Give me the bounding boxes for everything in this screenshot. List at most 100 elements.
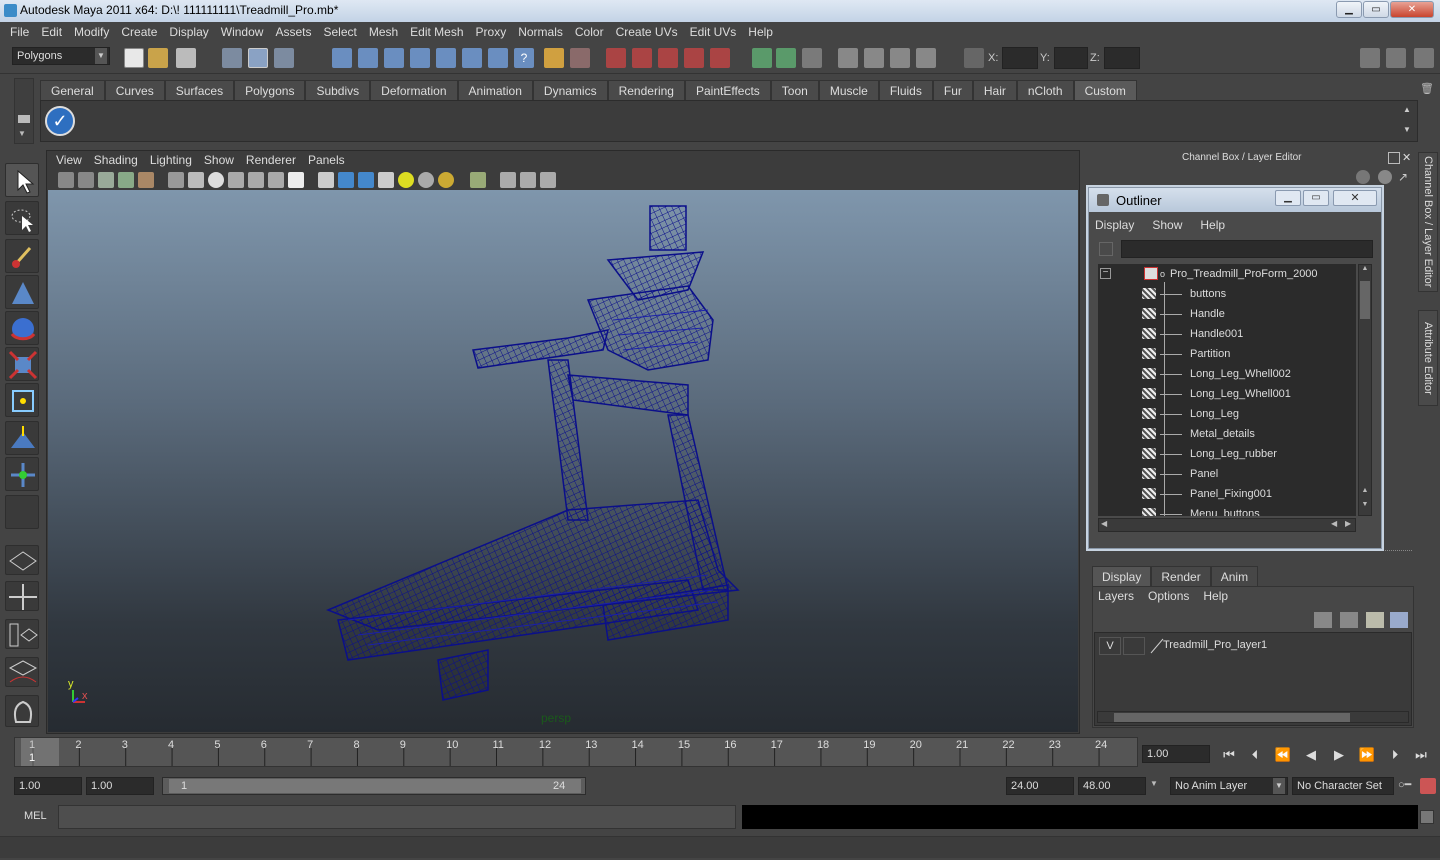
close-button[interactable]: ✕ — [1390, 1, 1434, 18]
outliner-vertical-scrollbar[interactable]: ▲ ▲ ▼ — [1358, 264, 1372, 516]
input-mode-icon[interactable] — [964, 48, 984, 68]
snap-to-curve-icon[interactable] — [632, 48, 652, 68]
new-empty-layer-icon[interactable] — [1366, 612, 1384, 628]
help-misc-icon[interactable]: ? — [514, 48, 534, 68]
viewport-menu-show[interactable]: Show — [198, 150, 240, 170]
persp-graph-layout-icon[interactable] — [5, 657, 39, 687]
select-component-icon[interactable] — [274, 48, 294, 68]
shelf-tab-surfaces[interactable]: Surfaces — [164, 80, 235, 100]
go-to-start-icon[interactable]: ⏮ — [1218, 746, 1240, 764]
new-scene-icon[interactable] — [124, 48, 144, 68]
shelf-tab-toon[interactable]: Toon — [770, 80, 819, 100]
menu-normals[interactable]: Normals — [512, 22, 569, 42]
mel-label[interactable]: MEL — [24, 810, 47, 822]
scale-tool-icon[interactable] — [5, 347, 39, 381]
shelf-tab-muscle[interactable]: Muscle — [818, 80, 879, 100]
isolate-select-icon[interactable] — [470, 172, 486, 188]
script-editor-icon[interactable] — [1420, 810, 1434, 824]
layer-menu-help[interactable]: Help — [1203, 589, 1228, 603]
key-mode-icon[interactable] — [1356, 170, 1370, 184]
minimize-button[interactable]: ▁ — [1336, 1, 1362, 18]
select-camera-icon[interactable] — [58, 172, 74, 188]
outliner-item[interactable]: buttons — [1098, 284, 1356, 304]
four-view-layout-icon[interactable] — [5, 581, 39, 611]
outliner-list[interactable]: − o Pro_Treadmill_ProForm_2000 buttons H… — [1098, 264, 1356, 516]
save-scene-icon[interactable] — [176, 48, 196, 68]
menu-window[interactable]: Window — [215, 22, 270, 42]
wireframe-on-shaded-icon[interactable] — [228, 172, 244, 188]
last-tool-slot-icon[interactable] — [5, 495, 39, 529]
tool-settings-toggle-icon[interactable] — [1386, 48, 1406, 68]
step-back-key-icon[interactable]: ⏪ — [1272, 746, 1294, 764]
outliner-horizontal-scrollbar[interactable]: ◀ ◀ ▶ — [1098, 518, 1356, 532]
menu-create-uvs[interactable]: Create UVs — [610, 22, 684, 42]
bookmarks-icon[interactable] — [98, 172, 114, 188]
outliner-item[interactable]: Long_Leg — [1098, 404, 1356, 424]
z-field[interactable] — [1104, 47, 1140, 69]
current-time-marker[interactable] — [21, 738, 59, 766]
layer-tab-render[interactable]: Render — [1151, 566, 1211, 586]
show-manipulator-tool-icon[interactable] — [5, 457, 39, 491]
playback-start-field[interactable]: 1.00 — [86, 777, 154, 795]
rotate-tool-icon[interactable] — [5, 311, 39, 345]
shelf-tab-fur[interactable]: Fur — [932, 80, 973, 100]
manipulator-tool-icon[interactable] — [5, 383, 39, 417]
xray-icon[interactable] — [248, 172, 264, 188]
menu-file[interactable]: File — [4, 22, 35, 42]
maximize-button[interactable]: ▭ — [1363, 1, 1389, 18]
layer-tab-anim[interactable]: Anim — [1210, 566, 1259, 586]
menu-select[interactable]: Select — [317, 22, 362, 42]
outliner-filter-icon[interactable] — [1099, 242, 1113, 256]
close-panel-icon[interactable]: ✕ — [1402, 151, 1414, 164]
shelf-tab-general[interactable]: General — [40, 80, 105, 100]
float-panel-icon[interactable] — [1388, 152, 1400, 164]
channel-box-toggle-icon[interactable] — [1414, 48, 1434, 68]
light-icon[interactable] — [398, 172, 414, 188]
time-slider[interactable]: 1 2 3 4 5 6 7 8 9 10 11 12 13 14 15 16 17 18 19 20 21 22 23 24 … — [14, 737, 1138, 767]
checkmark-shelf-icon[interactable]: ✓ — [45, 106, 75, 136]
use-all-lights-icon[interactable] — [318, 172, 334, 188]
range-slider-thumb[interactable] — [169, 779, 581, 793]
auto-key-icon[interactable]: ○━ — [1398, 778, 1414, 794]
menu-modify[interactable]: Modify — [68, 22, 115, 42]
outliner-item[interactable]: Long_Leg_Whell002 — [1098, 364, 1356, 384]
outliner-item[interactable]: Panel — [1098, 464, 1356, 484]
layer-menu-options[interactable]: Options — [1148, 589, 1189, 603]
select-hierarchy-icon[interactable] — [222, 48, 242, 68]
play-forwards-icon[interactable]: ▶ — [1328, 746, 1350, 764]
lasso-tool-icon[interactable] — [5, 201, 39, 235]
render-settings-icon[interactable] — [916, 48, 936, 68]
shelf-tab-ncloth[interactable]: nCloth — [1016, 80, 1074, 100]
snap-to-grid-icon[interactable] — [606, 48, 626, 68]
menu-create[interactable]: Create — [115, 22, 163, 42]
step-back-frame-icon[interactable]: ⏴ — [1244, 746, 1266, 764]
shelf-tab-subdivs[interactable]: Subdivs — [305, 80, 371, 100]
outliner-menu-help[interactable]: Help — [1200, 218, 1225, 232]
view-cube-icon[interactable] — [500, 172, 516, 188]
splitter-handle[interactable] — [1092, 550, 1412, 554]
image-plane-icon[interactable] — [118, 172, 134, 188]
step-forward-frame-icon[interactable]: ⏵ — [1384, 746, 1406, 764]
render-view-icon[interactable] — [838, 48, 858, 68]
shelf-tab-fluids[interactable]: Fluids — [878, 80, 933, 100]
outliner-item[interactable]: Metal_details — [1098, 424, 1356, 444]
single-perspective-layout-icon[interactable] — [5, 545, 39, 575]
shelf-menu-icon[interactable] — [18, 115, 30, 123]
grid-icon[interactable] — [168, 172, 184, 188]
viewport-menu-panels[interactable]: Panels — [302, 150, 351, 170]
scroll-left-icon[interactable]: ◀ — [1331, 519, 1337, 528]
perspective-viewport[interactable]: y x persp — [48, 190, 1078, 732]
layer-horizontal-scrollbar[interactable] — [1097, 711, 1409, 723]
move-layer-down-icon[interactable] — [1340, 612, 1358, 628]
shelf-tab-curves[interactable]: Curves — [104, 80, 165, 100]
object-mode-icon[interactable] — [1378, 170, 1392, 184]
pick-dynamics-icon[interactable] — [462, 48, 482, 68]
menu-assets[interactable]: Assets — [269, 22, 317, 42]
scroll-down-icon[interactable]: ▼ — [1401, 125, 1413, 137]
outliner-root-row[interactable]: o Pro_Treadmill_ProForm_2000 — [1098, 264, 1356, 284]
high-quality-icon[interactable] — [418, 172, 434, 188]
layer-display-type-toggle[interactable] — [1123, 637, 1145, 655]
outliner-menu-show[interactable]: Show — [1152, 218, 1182, 232]
default-material-icon[interactable] — [338, 172, 354, 188]
snap-to-point-icon[interactable] — [658, 48, 678, 68]
